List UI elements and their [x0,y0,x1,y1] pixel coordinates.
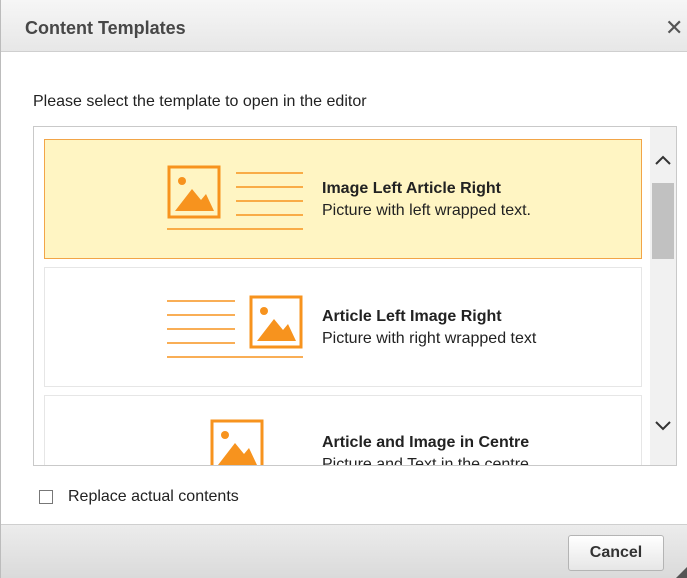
template-description: Picture with left wrapped text. [322,202,531,219]
scroll-thumb[interactable] [652,183,674,259]
template-preview [210,419,264,465]
template-description: Picture with right wrapped text [322,330,537,347]
template-preview [167,295,303,358]
template-title: Article Left Image Right [322,308,502,325]
template-title: Article and Image in Centre [322,434,530,451]
image-icon [167,165,221,219]
chevron-up-icon[interactable] [650,147,676,173]
template-item-image-left-article-right[interactable]: Image Left Article Right Picture with le… [44,139,642,259]
close-icon[interactable]: ✕ [665,18,685,40]
resize-grip-icon[interactable] [673,565,687,578]
template-title: Image Left Article Right [322,180,501,197]
replace-contents-label[interactable]: Replace actual contents [68,488,239,506]
text-lines-icon [167,300,303,358]
template-list: Image Left Article Right Picture with le… [33,126,677,466]
cancel-button[interactable]: Cancel [568,535,664,571]
template-preview [167,165,303,230]
template-list-scrollbar[interactable] [650,127,676,465]
content-templates-dialog: Content Templates ✕ Please select the te… [0,0,687,578]
chevron-down-icon[interactable] [650,413,676,439]
image-icon [210,419,264,465]
replace-contents-checkbox[interactable] [39,490,53,504]
template-item-article-and-image-in-centre[interactable]: Article and Image in Centre Picture and … [44,395,642,466]
instruction-text: Please select the template to open in th… [33,93,367,110]
template-description: Picture and Text in the centre [322,456,529,466]
dialog-title: Content Templates [25,18,186,38]
dialog-titlebar[interactable]: Content Templates ✕ [1,0,687,52]
dialog-footer: Cancel [1,524,687,578]
template-item-article-left-image-right[interactable]: Article Left Image Right Picture with ri… [44,267,642,387]
image-icon [249,295,303,349]
